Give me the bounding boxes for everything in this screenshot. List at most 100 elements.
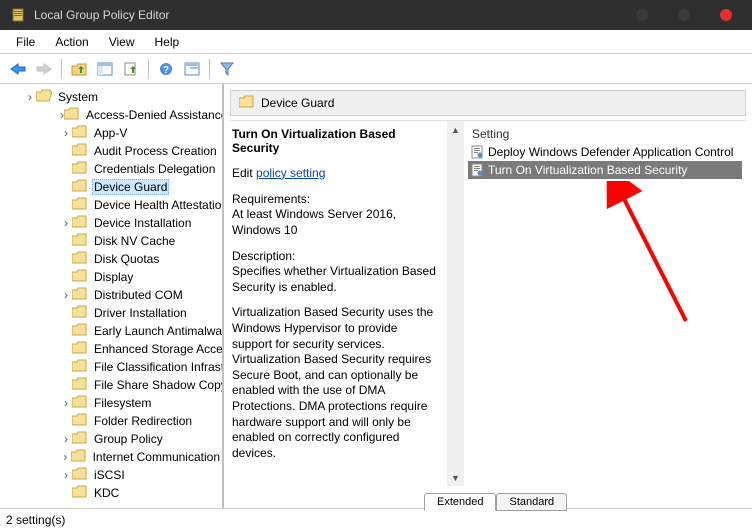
tree-label: Filesystem bbox=[92, 395, 153, 411]
toolbar-separator bbox=[61, 59, 62, 79]
tree-label: File Classification Infrastructure bbox=[92, 359, 222, 375]
description-long-text: Virtualization Based Security uses the W… bbox=[232, 305, 439, 461]
folder-icon bbox=[72, 125, 88, 141]
annotation-arrow bbox=[606, 181, 706, 331]
folder-icon bbox=[72, 269, 88, 285]
tree-node-system[interactable]: System bbox=[0, 88, 222, 106]
tree-node[interactable]: Filesystem bbox=[0, 394, 222, 412]
folder-icon bbox=[72, 179, 88, 195]
folder-icon bbox=[71, 449, 87, 465]
tree-node[interactable]: Distributed COM bbox=[0, 286, 222, 304]
tree-node[interactable]: Group Policy bbox=[0, 430, 222, 448]
up-folder-button[interactable] bbox=[67, 57, 91, 81]
help-button[interactable]: ? bbox=[154, 57, 178, 81]
tree-node[interactable]: File Share Shadow Copy bbox=[0, 376, 222, 394]
details-header-text: Device Guard bbox=[261, 96, 334, 110]
policy-icon bbox=[470, 163, 484, 177]
menu-help[interactable]: Help bbox=[145, 32, 190, 52]
settings-list-header[interactable]: Setting bbox=[468, 125, 742, 143]
folder-icon bbox=[72, 323, 88, 339]
tree-label: Device Guard bbox=[92, 179, 169, 195]
menubar: File Action View Help bbox=[0, 30, 752, 54]
edit-prefix: Edit bbox=[232, 166, 256, 180]
setting-title: Turn On Virtualization Based Security bbox=[232, 127, 439, 156]
tab-standard[interactable]: Standard bbox=[496, 493, 567, 511]
folder-icon bbox=[72, 377, 88, 393]
folder-icon bbox=[72, 467, 88, 483]
tree-node[interactable]: Display bbox=[0, 268, 222, 286]
tree-label: Audit Process Creation bbox=[92, 143, 219, 159]
tab-extended[interactable]: Extended bbox=[424, 493, 496, 511]
tree-label: iSCSI bbox=[92, 467, 127, 483]
tree-label: Driver Installation bbox=[92, 305, 189, 321]
tree-label: System bbox=[56, 89, 100, 105]
tree-node[interactable]: Credentials Delegation bbox=[0, 160, 222, 178]
folder-icon bbox=[72, 431, 88, 447]
back-button[interactable] bbox=[6, 57, 30, 81]
folder-icon bbox=[72, 233, 88, 249]
tree-label: Disk NV Cache bbox=[92, 233, 177, 249]
properties-button[interactable] bbox=[180, 57, 204, 81]
tree-node[interactable]: App-V bbox=[0, 124, 222, 142]
menu-action[interactable]: Action bbox=[45, 32, 98, 52]
app-icon bbox=[10, 7, 26, 23]
tree-node[interactable]: Disk Quotas bbox=[0, 250, 222, 268]
settings-list-item[interactable]: Deploy Windows Defender Application Cont… bbox=[468, 143, 742, 161]
tree-label: Early Launch Antimalware bbox=[92, 323, 222, 339]
edit-policy-link[interactable]: policy setting bbox=[256, 166, 325, 180]
show-hide-tree-button[interactable] bbox=[93, 57, 117, 81]
folder-icon bbox=[72, 215, 88, 231]
export-button[interactable] bbox=[119, 57, 143, 81]
tree-label: Device Installation bbox=[92, 215, 193, 231]
tree-node[interactable]: File Classification Infrastructure bbox=[0, 358, 222, 376]
tree-node[interactable]: Device Health Attestation bbox=[0, 196, 222, 214]
tree-node[interactable]: iSCSI bbox=[0, 466, 222, 484]
tree-panel: System Access-Denied AssistanceApp-VAudi… bbox=[0, 84, 224, 508]
tree-label: Credentials Delegation bbox=[92, 161, 217, 177]
folder-open-icon bbox=[36, 89, 52, 105]
tree-label: Group Policy bbox=[92, 431, 165, 447]
details-header: Device Guard bbox=[230, 90, 746, 116]
tree-node[interactable]: Enhanced Storage Access bbox=[0, 340, 222, 358]
tree-label: Display bbox=[92, 269, 135, 285]
menu-view[interactable]: View bbox=[99, 32, 145, 52]
folder-icon bbox=[72, 161, 88, 177]
folder-icon bbox=[72, 485, 88, 501]
tree-label: Device Health Attestation bbox=[92, 197, 222, 213]
toolbar-separator bbox=[209, 59, 210, 79]
tree-node[interactable]: KDC bbox=[0, 484, 222, 502]
tree-node[interactable]: Device Installation bbox=[0, 214, 222, 232]
tree-node[interactable]: Access-Denied Assistance bbox=[0, 106, 222, 124]
tree-node[interactable]: Device Guard bbox=[0, 178, 222, 196]
policy-icon bbox=[470, 145, 484, 159]
window-title: Local Group Policy Editor bbox=[34, 8, 636, 22]
folder-icon bbox=[239, 95, 255, 111]
folder-icon bbox=[64, 107, 80, 123]
tree-node[interactable]: Early Launch Antimalware bbox=[0, 322, 222, 340]
svg-text:?: ? bbox=[163, 65, 169, 76]
description-label: Description: bbox=[232, 249, 295, 263]
filter-button[interactable] bbox=[215, 57, 239, 81]
tree-node[interactable]: Disk NV Cache bbox=[0, 232, 222, 250]
description-text: Specifies whether Virtualization Based S… bbox=[232, 264, 436, 294]
folder-icon bbox=[72, 251, 88, 267]
tree-node[interactable]: Internet Communication bbox=[0, 448, 222, 466]
tree-label: Access-Denied Assistance bbox=[84, 107, 222, 123]
minimize-button[interactable] bbox=[636, 9, 648, 21]
status-text: 2 setting(s) bbox=[6, 513, 65, 527]
tree-label: Enhanced Storage Access bbox=[92, 341, 222, 357]
folder-icon bbox=[72, 287, 88, 303]
close-button[interactable] bbox=[720, 9, 732, 21]
settings-list-item[interactable]: Turn On Virtualization Based Security bbox=[468, 161, 742, 179]
tree-node[interactable]: Folder Redirection bbox=[0, 412, 222, 430]
forward-button[interactable] bbox=[32, 57, 56, 81]
tree-node[interactable]: Driver Installation bbox=[0, 304, 222, 322]
requirements-text: At least Windows Server 2016, Windows 10 bbox=[232, 207, 396, 237]
maximize-button[interactable] bbox=[678, 9, 690, 21]
menu-file[interactable]: File bbox=[6, 32, 45, 52]
requirements-label: Requirements: bbox=[232, 192, 310, 206]
toolbar-separator bbox=[148, 59, 149, 79]
tree-node[interactable]: Audit Process Creation bbox=[0, 142, 222, 160]
statusbar: 2 setting(s) bbox=[0, 508, 752, 530]
toolbar: ? bbox=[0, 54, 752, 84]
